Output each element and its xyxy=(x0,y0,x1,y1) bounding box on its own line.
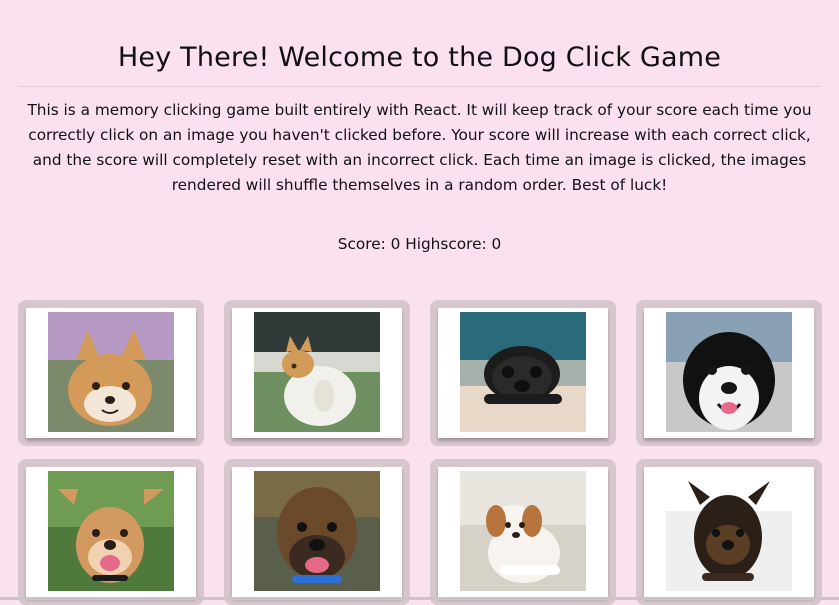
score-display: Score: 0 Highscore: 0 xyxy=(337,235,502,253)
dog-card-frame xyxy=(26,467,196,597)
page-title: Hey There! Welcome to the Dog Click Game xyxy=(117,42,722,73)
dog-card-mixed-dog[interactable] xyxy=(18,459,204,605)
dog-photo-shiba-inu[interactable] xyxy=(48,312,174,432)
game-description: This is a memory clicking game built ent… xyxy=(27,101,812,194)
dog-card-border-collie[interactable] xyxy=(636,300,822,446)
dog-card-frame xyxy=(26,308,196,438)
dog-card-shiba-inu[interactable] xyxy=(18,300,204,446)
dog-card-pug[interactable] xyxy=(430,300,616,446)
dog-card-frame xyxy=(644,308,814,438)
header: Hey There! Welcome to the Dog Click Game… xyxy=(18,0,821,198)
dog-card-frame xyxy=(644,467,814,597)
dog-photo-pug[interactable] xyxy=(460,312,586,432)
dog-photo-brussels-griffon[interactable] xyxy=(666,471,792,591)
dog-card-frame xyxy=(438,467,608,597)
dog-card-frame xyxy=(438,308,608,438)
dog-card-puppy[interactable] xyxy=(430,459,616,605)
dog-card-brussels-griffon[interactable] xyxy=(636,459,822,605)
dog-photo-corgi[interactable] xyxy=(254,312,380,432)
dog-photo-boxer[interactable] xyxy=(254,471,380,591)
dog-card-grid xyxy=(18,300,822,605)
dog-photo-mixed-dog[interactable] xyxy=(48,471,174,591)
header-divider xyxy=(18,86,821,87)
dog-photo-puppy[interactable] xyxy=(460,471,586,591)
dog-card-corgi[interactable] xyxy=(224,300,410,446)
dog-card-frame xyxy=(232,308,402,438)
dog-card-boxer[interactable] xyxy=(224,459,410,605)
dog-photo-border-collie[interactable] xyxy=(666,312,792,432)
dog-card-frame xyxy=(232,467,402,597)
